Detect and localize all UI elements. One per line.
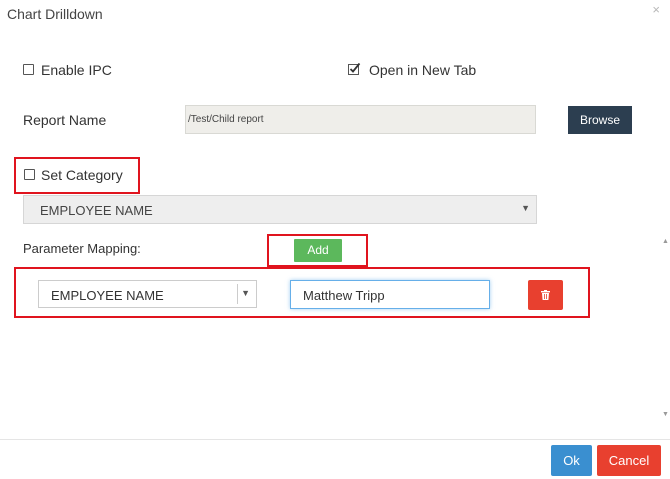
trash-icon	[541, 290, 550, 300]
parameter-select-value: EMPLOYEE NAME	[51, 288, 164, 303]
dialog-title: Chart Drilldown	[7, 6, 103, 22]
parameter-select[interactable]: EMPLOYEE NAME ▼	[38, 280, 257, 308]
category-select-value: EMPLOYEE NAME	[40, 203, 153, 218]
checkmark-icon	[348, 62, 361, 75]
enable-ipc-label: Enable IPC	[41, 62, 112, 78]
set-category-checkbox[interactable]	[24, 169, 35, 180]
add-mapping-button[interactable]: Add	[294, 239, 342, 262]
open-in-new-tab-checkbox[interactable]	[348, 62, 361, 75]
enable-ipc-checkbox[interactable]	[23, 64, 34, 75]
close-icon[interactable]: ×	[652, 2, 660, 17]
chart-drilldown-dialog: Chart Drilldown × Enable IPC Open in New…	[0, 0, 670, 479]
parameter-value-input[interactable]: Matthew Tripp	[290, 280, 490, 309]
footer-divider	[0, 439, 670, 440]
open-in-new-tab-label: Open in New Tab	[369, 62, 477, 78]
scroll-up-icon[interactable]: ▲	[662, 238, 669, 245]
ok-button[interactable]: Ok	[551, 445, 592, 476]
scroll-down-icon[interactable]: ▼	[662, 411, 669, 418]
mapping-scrollbar[interactable]: ▲ ▼	[660, 238, 670, 418]
delete-mapping-button[interactable]	[528, 280, 563, 310]
select-divider	[237, 284, 238, 304]
browse-button[interactable]: Browse	[568, 106, 632, 134]
parameter-mapping-label: Parameter Mapping:	[23, 241, 141, 256]
report-name-input[interactable]: /Test/Child report	[185, 105, 536, 134]
report-name-label: Report Name	[23, 112, 107, 128]
set-category-label: Set Category	[41, 167, 123, 183]
chevron-down-icon: ▼	[521, 203, 530, 213]
category-select[interactable]: EMPLOYEE NAME ▼	[23, 195, 537, 224]
chevron-down-icon: ▼	[241, 288, 250, 298]
cancel-button[interactable]: Cancel	[597, 445, 661, 476]
dialog-title-bar: Chart Drilldown ×	[0, 0, 670, 30]
